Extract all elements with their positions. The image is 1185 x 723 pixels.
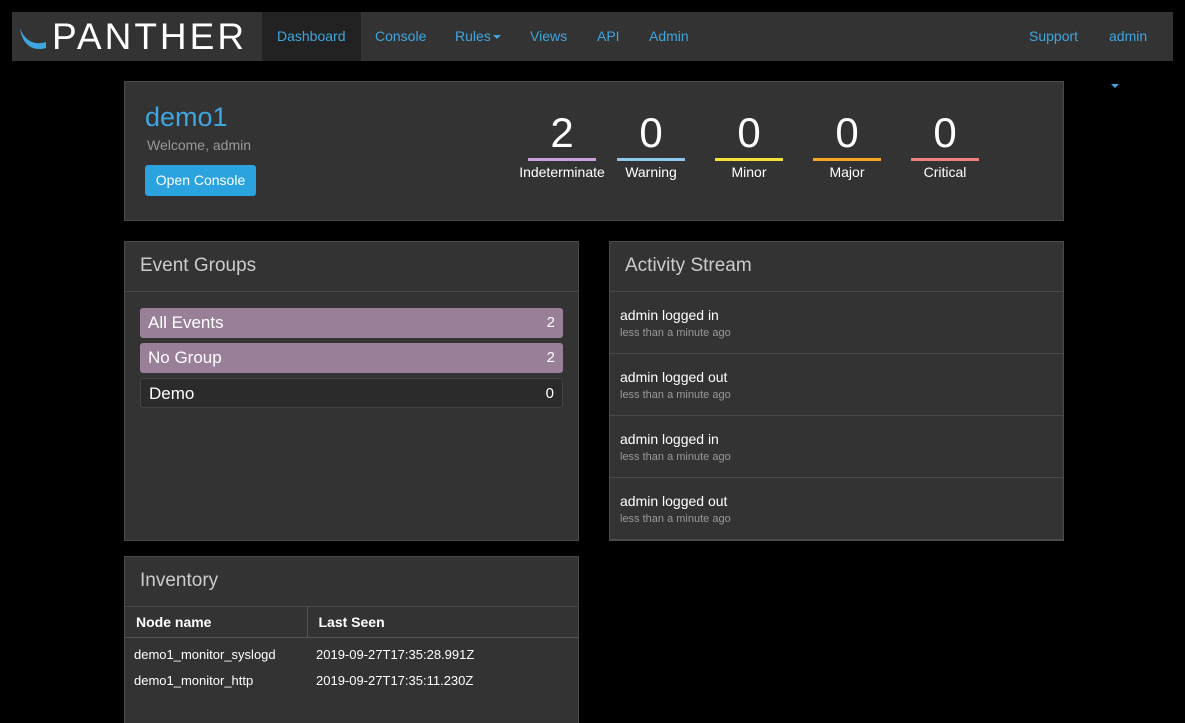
site-title[interactable]: demo1 <box>145 102 228 133</box>
nav-views[interactable]: Views <box>515 12 582 61</box>
severity-bar <box>911 158 979 161</box>
severity-minor[interactable]: 0 Minor <box>713 108 785 180</box>
group-all-events[interactable]: All Events 2 <box>140 308 563 338</box>
group-no-group[interactable]: No Group 2 <box>140 343 563 373</box>
panel-title: Event Groups <box>125 242 578 292</box>
user-menu[interactable]: admin <box>1094 12 1173 89</box>
chevron-down-icon <box>492 35 501 40</box>
node-name-cell: demo1_monitor_http <box>134 673 254 688</box>
severity-count: 0 <box>639 109 663 156</box>
activity-item: admin logged in less than a minute ago <box>610 416 1063 478</box>
severity-indeterminate[interactable]: 2 Indeterminate <box>517 108 607 180</box>
severity-label: Major <box>829 164 865 180</box>
column-header-node-name[interactable]: Node name <box>125 607 308 638</box>
panel-title: Activity Stream <box>610 242 1063 292</box>
table-row[interactable]: demo1_monitor_http 2019-09-27T17:35:11.2… <box>125 666 578 695</box>
last-seen-cell: 2019-09-27T17:35:11.230Z <box>316 673 474 688</box>
top-navbar: PANTHER Dashboard Console Rules Views AP… <box>12 12 1173 89</box>
node-name-cell: demo1_monitor_syslogd <box>134 647 276 663</box>
column-header-last-seen[interactable]: Last Seen <box>307 607 578 638</box>
inventory-panel: Inventory Node name Last Seen demo1_moni… <box>124 556 579 723</box>
panther-logo-icon <box>20 27 46 49</box>
welcome-text: Welcome, admin <box>147 137 252 153</box>
severity-critical[interactable]: 0 Critical <box>909 108 981 180</box>
nav-dashboard[interactable]: Dashboard <box>262 12 361 61</box>
brand-logo[interactable]: PANTHER <box>12 12 262 61</box>
group-count: 0 <box>545 385 554 402</box>
activity-stream-panel: Activity Stream admin logged in less tha… <box>609 241 1064 541</box>
group-count: 2 <box>546 349 555 366</box>
severity-warning[interactable]: 0 Warning <box>615 108 687 180</box>
severity-label: Warning <box>625 164 677 180</box>
activity-time: less than a minute ago <box>620 389 731 401</box>
table-row[interactable]: demo1_monitor_syslogd 2019-09-27T17:35:2… <box>125 637 578 666</box>
activity-time: less than a minute ago <box>620 327 731 339</box>
severity-count: 0 <box>933 109 957 156</box>
activity-item: admin logged out less than a minute ago <box>610 354 1063 416</box>
nav-support[interactable]: Support <box>1014 12 1093 61</box>
activity-text: admin logged in <box>620 307 719 323</box>
severity-count: 0 <box>737 109 761 156</box>
activity-time: less than a minute ago <box>620 513 731 525</box>
open-console-button[interactable]: Open Console <box>145 165 256 196</box>
activity-item: admin logged in less than a minute ago <box>610 292 1063 354</box>
brand-name: PANTHER <box>52 15 248 57</box>
group-name: No Group <box>148 348 222 367</box>
severity-label: Minor <box>731 164 767 180</box>
activity-item: admin logged out less than a minute ago <box>610 478 1063 540</box>
nav-api[interactable]: API <box>582 12 635 61</box>
severity-count: 2 <box>550 109 574 156</box>
nav-console[interactable]: Console <box>360 12 441 61</box>
severity-label: Critical <box>923 164 967 180</box>
activity-text: admin logged in <box>620 431 719 447</box>
group-count: 2 <box>546 314 555 331</box>
event-groups-panel: Event Groups All Events 2 No Group 2 Dem… <box>124 241 579 541</box>
inventory-table: Node name Last Seen demo1_monitor_syslog… <box>125 607 578 695</box>
activity-time: less than a minute ago <box>620 451 731 463</box>
panel-title: Inventory <box>125 557 578 607</box>
activity-text: admin logged out <box>620 369 728 385</box>
chevron-down-icon <box>1111 84 1119 89</box>
severity-bar <box>813 158 881 161</box>
severity-count: 0 <box>835 109 859 156</box>
severity-bar <box>617 158 685 161</box>
status-summary-panel: demo1 Welcome, admin Open Console 2 Inde… <box>124 81 1064 221</box>
activity-text: admin logged out <box>620 493 728 509</box>
last-seen-cell: 2019-09-27T17:35:28.991Z <box>316 647 475 663</box>
severity-bar <box>528 158 596 161</box>
severity-major[interactable]: 0 Major <box>811 108 883 180</box>
group-name: All Events <box>148 313 224 332</box>
severity-label: Indeterminate <box>519 164 605 180</box>
group-demo[interactable]: Demo 0 <box>140 378 563 408</box>
severity-bar <box>715 158 783 161</box>
group-name: Demo <box>149 384 195 403</box>
nav-rules[interactable]: Rules <box>440 12 516 61</box>
nav-admin[interactable]: Admin <box>634 12 704 61</box>
